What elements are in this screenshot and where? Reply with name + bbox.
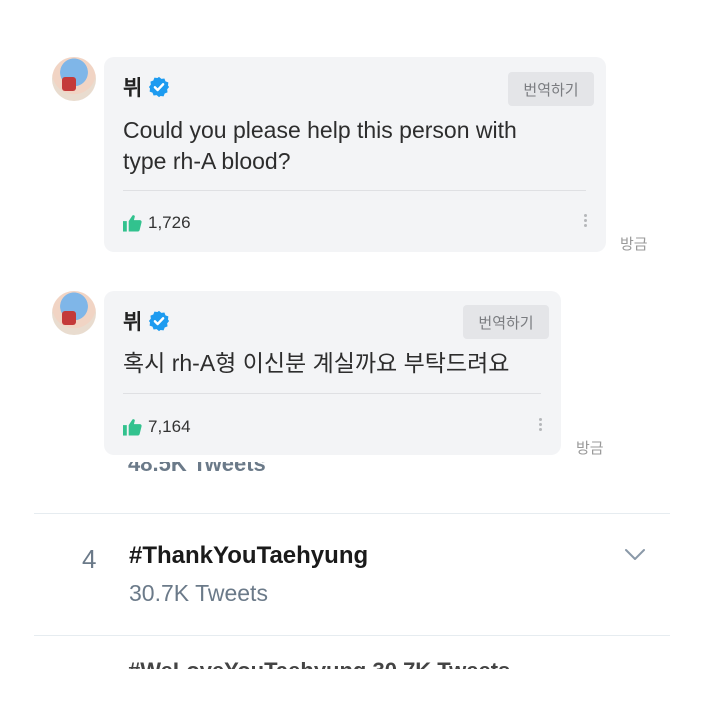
more-options-icon[interactable] bbox=[582, 212, 588, 232]
like-button[interactable]: 1,726 bbox=[123, 213, 191, 233]
trend-rank: 4 bbox=[82, 544, 97, 574]
chevron-down-icon[interactable] bbox=[624, 548, 646, 562]
thumbs-up-icon bbox=[123, 215, 142, 232]
comment-text-line-1: Could you please help this person with bbox=[123, 117, 517, 143]
translate-button[interactable]: 번역하기 bbox=[508, 72, 594, 106]
trend-tweet-count: 30.7K Tweets bbox=[129, 580, 268, 606]
comment-time: 방금 bbox=[576, 440, 604, 457]
author-name[interactable]: 뷔 bbox=[123, 72, 142, 102]
like-button[interactable]: 7,164 bbox=[123, 417, 191, 437]
comment-time: 방금 bbox=[620, 236, 648, 253]
verified-badge-icon bbox=[148, 310, 170, 332]
author-name[interactable]: 뷔 bbox=[123, 306, 142, 336]
divider bbox=[123, 190, 586, 191]
translate-button[interactable]: 번역하기 bbox=[463, 305, 549, 339]
like-count: 7,164 bbox=[148, 417, 191, 436]
more-options-icon[interactable] bbox=[537, 416, 543, 436]
avatar[interactable] bbox=[52, 57, 96, 101]
verified-badge-icon bbox=[148, 76, 170, 98]
divider bbox=[34, 513, 670, 514]
author-row: 뷔 bbox=[123, 72, 170, 102]
previous-trend-tweet-count: 48.5K Tweets bbox=[128, 462, 266, 476]
comment-bubble: 뷔 번역하기 혹시 rh-A형 이신분 계실까요 부탁드려요 7,164 bbox=[104, 291, 561, 455]
author-row: 뷔 bbox=[123, 306, 170, 336]
avatar[interactable] bbox=[52, 291, 96, 335]
comment-text-line-2: type rh-A blood? bbox=[123, 148, 291, 174]
comment-text: 혹시 rh-A형 이신분 계실까요 부탁드려요 bbox=[123, 350, 510, 376]
divider bbox=[123, 393, 541, 394]
trend-hashtag[interactable]: #ThankYouTaehyung bbox=[129, 542, 368, 570]
like-count: 1,726 bbox=[148, 213, 191, 232]
thumbs-up-icon bbox=[123, 419, 142, 436]
comment-bubble: 뷔 번역하기 Could you please help this person… bbox=[104, 57, 606, 252]
divider bbox=[34, 635, 670, 636]
next-trend-cut-text: #WeLoveYouTaehyung 30.7K Tweets bbox=[128, 660, 510, 669]
